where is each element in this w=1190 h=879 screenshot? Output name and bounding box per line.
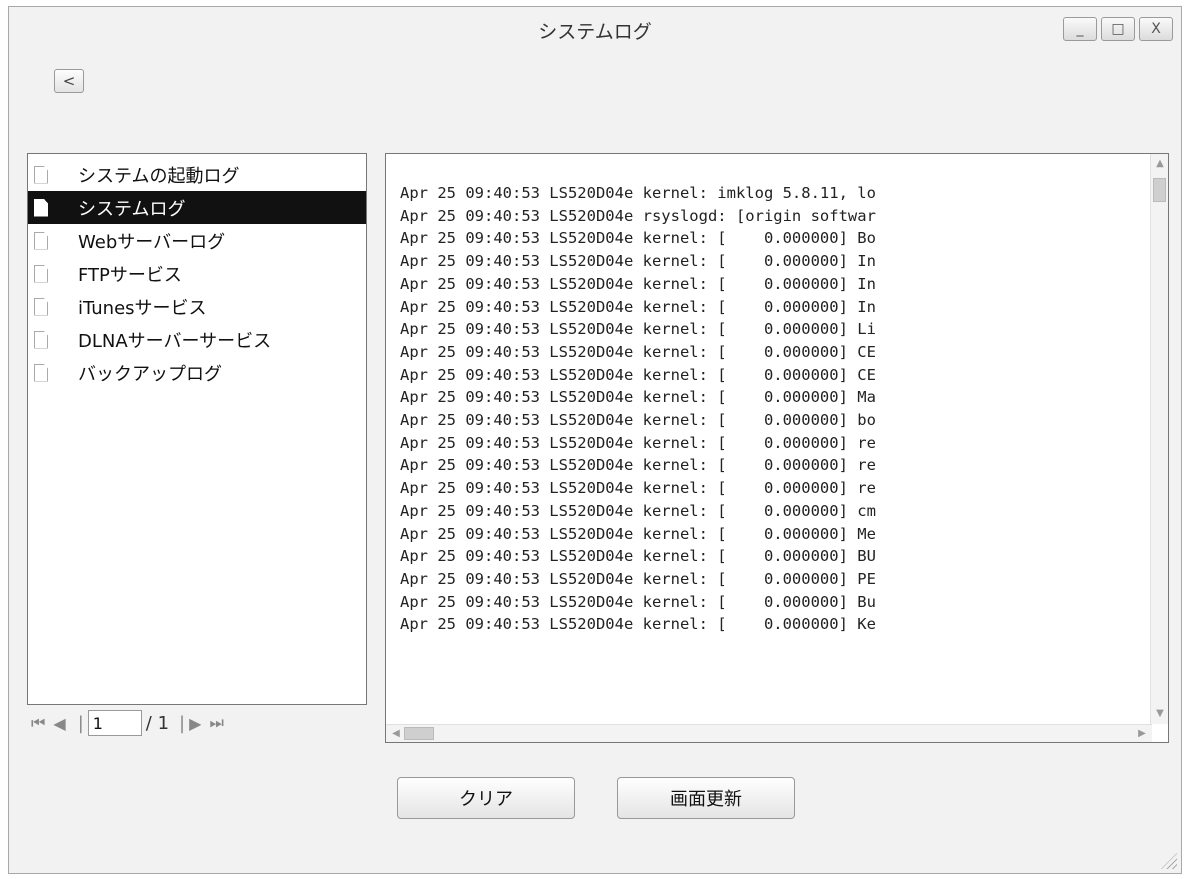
log-line: Apr 25 09:40:53 LS520D04e rsyslogd: [ori…	[400, 206, 876, 225]
log-line: Apr 25 09:40:53 LS520D04e kernel: [ 0.00…	[400, 569, 876, 588]
log-text: Apr 25 09:40:53 LS520D04e kernel: imklog…	[400, 182, 1144, 720]
log-line: Apr 25 09:40:53 LS520D04e kernel: [ 0.00…	[400, 320, 876, 339]
prev-page-icon[interactable]: ◀	[53, 714, 65, 733]
back-button[interactable]: <	[54, 69, 84, 93]
log-line: Apr 25 09:40:53 LS520D04e kernel: [ 0.00…	[400, 592, 876, 611]
refresh-button[interactable]: 画面更新	[617, 777, 795, 819]
document-icon	[34, 231, 48, 250]
log-line: Apr 25 09:40:53 LS520D04e kernel: [ 0.00…	[400, 411, 876, 430]
log-type-label: システムログ	[78, 198, 186, 220]
log-line: Apr 25 09:40:53 LS520D04e kernel: [ 0.00…	[400, 297, 876, 316]
document-icon	[34, 198, 48, 217]
log-type-item[interactable]: システムログ	[28, 191, 366, 224]
log-type-label: バックアップログ	[78, 363, 222, 385]
log-line: Apr 25 09:40:53 LS520D04e kernel: [ 0.00…	[400, 501, 876, 520]
log-line: Apr 25 09:40:53 LS520D04e kernel: [ 0.00…	[400, 342, 876, 361]
scroll-down-icon[interactable]: ▼	[1151, 706, 1168, 722]
log-type-label: DLNAサーバーサービス	[78, 330, 272, 352]
log-type-label: FTPサービス	[78, 264, 182, 286]
close-button[interactable]: X	[1139, 17, 1173, 41]
log-line: Apr 25 09:40:53 LS520D04e kernel: [ 0.00…	[400, 274, 876, 293]
log-type-item[interactable]: DLNAサーバーサービス	[28, 323, 366, 356]
maximize-button[interactable]: □	[1101, 17, 1135, 41]
log-line: Apr 25 09:40:53 LS520D04e kernel: [ 0.00…	[400, 229, 876, 248]
log-line: Apr 25 09:40:53 LS520D04e kernel: [ 0.00…	[400, 615, 876, 634]
horizontal-scroll-thumb[interactable]	[404, 727, 434, 740]
page-total: / 1	[145, 712, 170, 734]
system-log-window: システムログ _ □ X < システムの起動ログ システムログ Webサーバーログ F…	[8, 6, 1182, 874]
vertical-scrollbar[interactable]: ▲ ▼	[1150, 154, 1168, 724]
minimize-button[interactable]: _	[1063, 17, 1097, 41]
page-number-input[interactable]	[87, 710, 142, 736]
log-type-label: システムの起動ログ	[78, 165, 240, 187]
log-type-item[interactable]: バックアップログ	[28, 356, 366, 389]
document-icon	[34, 264, 48, 283]
log-line: Apr 25 09:40:53 LS520D04e kernel: [ 0.00…	[400, 433, 876, 452]
horizontal-scrollbar[interactable]: ◀ ▶	[386, 724, 1152, 742]
log-type-label: iTunesサービス	[78, 297, 207, 319]
document-icon	[34, 297, 48, 316]
window-title: システムログ	[538, 21, 652, 43]
last-page-icon[interactable]: ⏭	[209, 713, 223, 733]
document-icon	[34, 165, 48, 184]
pager-separator-icon: |	[179, 712, 186, 734]
log-type-list: システムの起動ログ システムログ Webサーバーログ FTPサービス iTunesサービ…	[27, 153, 367, 705]
first-page-icon[interactable]: ⏮	[31, 713, 45, 733]
log-view: Apr 25 09:40:53 LS520D04e kernel: imklog…	[385, 153, 1169, 743]
log-line: Apr 25 09:40:53 LS520D04e kernel: [ 0.00…	[400, 524, 876, 543]
log-type-item[interactable]: システムの起動ログ	[28, 158, 366, 191]
clear-button[interactable]: クリア	[397, 777, 575, 819]
resize-grip-icon[interactable]	[1161, 853, 1177, 869]
log-line: Apr 25 09:40:53 LS520D04e kernel: [ 0.00…	[400, 456, 876, 475]
log-line: Apr 25 09:40:53 LS520D04e kernel: [ 0.00…	[400, 547, 876, 566]
vertical-scroll-thumb[interactable]	[1153, 178, 1166, 202]
scroll-right-icon[interactable]: ▶	[1134, 725, 1150, 742]
next-page-icon[interactable]: ▶	[189, 714, 201, 733]
scroll-left-icon[interactable]: ◀	[388, 725, 404, 742]
log-line: Apr 25 09:40:53 LS520D04e kernel: [ 0.00…	[400, 479, 876, 498]
log-type-item[interactable]: Webサーバーログ	[28, 224, 366, 257]
log-type-item[interactable]: iTunesサービス	[28, 290, 366, 323]
log-type-label: Webサーバーログ	[78, 231, 226, 253]
pager-separator-icon: |	[77, 712, 84, 734]
log-type-item[interactable]: FTPサービス	[28, 257, 366, 290]
document-icon	[34, 363, 48, 382]
log-line: Apr 25 09:40:53 LS520D04e kernel: imklog…	[400, 184, 876, 202]
log-line: Apr 25 09:40:53 LS520D04e kernel: [ 0.00…	[400, 388, 876, 407]
pager: ⏮ ◀ | / 1 | ▶ ⏭	[31, 709, 232, 737]
log-type-items: システムの起動ログ システムログ Webサーバーログ FTPサービス iTunesサービ…	[28, 154, 366, 389]
document-icon	[34, 330, 48, 349]
log-line: Apr 25 09:40:53 LS520D04e kernel: [ 0.00…	[400, 252, 876, 271]
log-line: Apr 25 09:40:53 LS520D04e kernel: [ 0.00…	[400, 365, 876, 384]
window-controls: _ □ X	[1063, 17, 1173, 41]
scroll-up-icon[interactable]: ▲	[1151, 156, 1168, 172]
